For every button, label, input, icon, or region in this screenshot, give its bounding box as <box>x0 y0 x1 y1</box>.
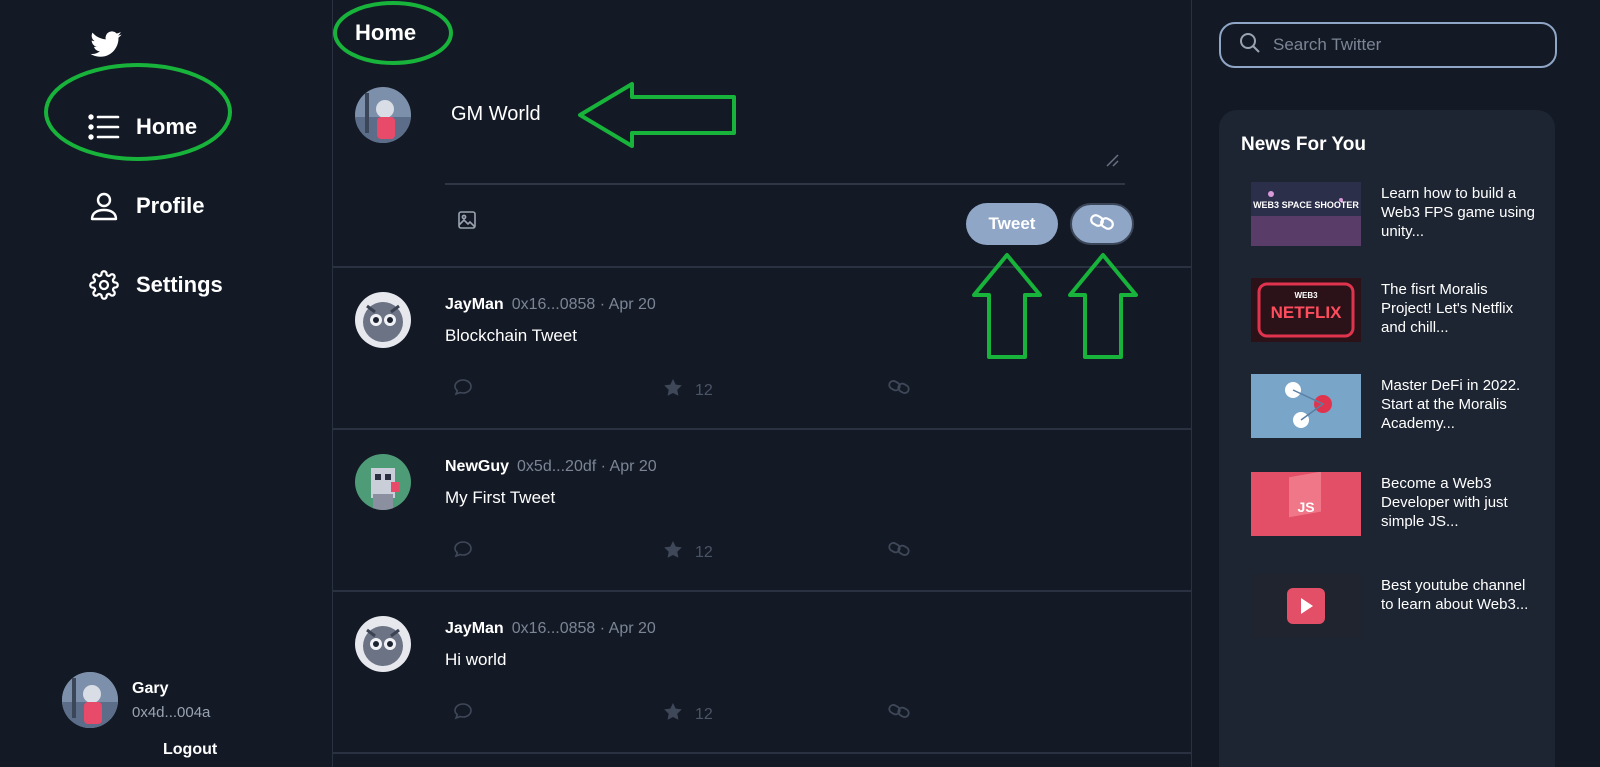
user-address: 0x4d...004a <box>132 703 211 721</box>
news-text: Learn how to build a Web3 FPS game using… <box>1381 185 1535 240</box>
news-text: Master DeFi in 2022. Start at the Morali… <box>1381 377 1521 432</box>
news-thumbnail <box>1251 374 1361 438</box>
search-input[interactable] <box>1273 35 1553 55</box>
sidebar-item-profile[interactable]: Profile <box>88 186 204 226</box>
tweet-item[interactable]: JayMan 0x16...0858 · Apr 20 Blockchain T… <box>333 268 1191 430</box>
tweet-meta: 0x5d...20df · Apr 20 <box>517 458 657 475</box>
news-text: Become a Web3 Developer with just simple… <box>1381 475 1508 530</box>
news-thumbnail: WEB3 NETFLIX <box>1251 278 1361 342</box>
thumb-badge: WEB3 <box>1294 291 1318 300</box>
twitter-bird-icon[interactable] <box>88 28 124 62</box>
news-item[interactable]: Master DeFi in 2022. Start at the Morali… <box>1251 374 1541 440</box>
news-item[interactable]: WEB3 SPACE SHOOTER Learn how to build a … <box>1251 182 1541 248</box>
tweet-meta: 0x16...0858 · Apr 20 <box>511 620 656 637</box>
star-count: 12 <box>695 543 713 561</box>
star-icon <box>663 702 683 727</box>
resize-grip-icon[interactable] <box>1105 153 1119 167</box>
page-title: Home <box>355 20 417 45</box>
list-icon <box>88 111 120 143</box>
tweet-text-input[interactable]: GM World <box>445 87 1125 179</box>
avatar <box>355 87 411 143</box>
sidebar-item-label: Settings <box>136 272 223 297</box>
news-thumbnail: WEB3 SPACE SHOOTER <box>1251 182 1361 246</box>
search-box[interactable] <box>1219 22 1557 68</box>
news-panel: News For You WEB3 SPACE SHOOTER Learn ho… <box>1219 110 1555 767</box>
search-icon <box>1239 32 1261 59</box>
tweet-text: My First Tweet <box>445 488 556 507</box>
reply-icon[interactable] <box>453 378 473 396</box>
chain-link-icon[interactable] <box>887 702 911 720</box>
reply-icon[interactable] <box>453 702 473 720</box>
news-item[interactable]: JS Become a Web3 Developer with just sim… <box>1251 472 1541 538</box>
image-icon[interactable] <box>457 210 477 230</box>
sidebar-item-home[interactable]: Home <box>88 107 197 147</box>
avatar <box>355 292 411 348</box>
sidebar-item-label: Home <box>136 114 198 139</box>
chain-link-icon[interactable] <box>887 540 911 558</box>
star-count: 12 <box>695 705 713 723</box>
star-button[interactable]: 12 <box>663 702 713 727</box>
star-icon <box>663 540 683 565</box>
news-thumbnail: JS <box>1251 472 1361 536</box>
tweet-meta: 0x16...0858 · Apr 20 <box>511 296 656 313</box>
tweet-item[interactable]: JayMan 0x16...0858 · Apr 20 Hi world 12 <box>333 592 1191 754</box>
chain-tweet-button[interactable] <box>1070 203 1134 245</box>
divider <box>445 183 1125 185</box>
star-button[interactable]: 12 <box>663 540 713 565</box>
avatar <box>62 672 118 728</box>
avatar <box>355 454 411 510</box>
logout-button[interactable]: Logout <box>163 741 217 759</box>
thumb-label: JS <box>1297 499 1314 515</box>
tweet-text: Hi world <box>445 650 507 669</box>
thumb-label: NETFLIX <box>1271 303 1342 322</box>
news-text: The fisrt Moralis Project! Let's Netflix… <box>1381 281 1514 336</box>
tweet-button[interactable]: Tweet <box>966 203 1058 245</box>
star-button[interactable]: 12 <box>663 378 713 403</box>
thumb-label: WEB3 SPACE SHOOTER <box>1253 200 1359 210</box>
tweet-composer: GM World Tweet <box>333 75 1191 268</box>
gear-icon <box>88 269 120 301</box>
current-user[interactable]: Gary 0x4d...004a <box>62 672 210 728</box>
star-icon <box>663 378 683 403</box>
news-thumbnail <box>1251 574 1361 638</box>
sidebar: Home Profile Settings Gary 0x4d...004a L… <box>0 0 330 767</box>
news-item[interactable]: WEB3 NETFLIX The fisrt Moralis Project! … <box>1251 278 1541 344</box>
tweet-text: Blockchain Tweet <box>445 326 577 345</box>
feed: Home GM World Tweet JayMan 0x16...0858 ·… <box>332 0 1192 767</box>
chain-link-icon <box>1089 212 1115 237</box>
avatar <box>355 616 411 672</box>
sidebar-item-label: Profile <box>136 193 205 218</box>
news-item[interactable]: Best youtube channel to learn about Web3… <box>1251 574 1541 640</box>
news-title: News For You <box>1241 134 1366 155</box>
chain-link-icon[interactable] <box>887 378 911 396</box>
tweet-username[interactable]: NewGuy <box>445 458 509 476</box>
reply-icon[interactable] <box>453 540 473 558</box>
tweet-username[interactable]: JayMan <box>445 296 504 314</box>
sidebar-item-settings[interactable]: Settings <box>88 265 223 305</box>
tweet-item[interactable]: NewGuy 0x5d...20df · Apr 20 My First Twe… <box>333 430 1191 592</box>
star-count: 12 <box>695 381 713 399</box>
person-icon <box>88 190 120 222</box>
tweet-username[interactable]: JayMan <box>445 620 504 638</box>
user-name: Gary <box>132 679 169 697</box>
news-text: Best youtube channel to learn about Web3… <box>1381 577 1529 613</box>
